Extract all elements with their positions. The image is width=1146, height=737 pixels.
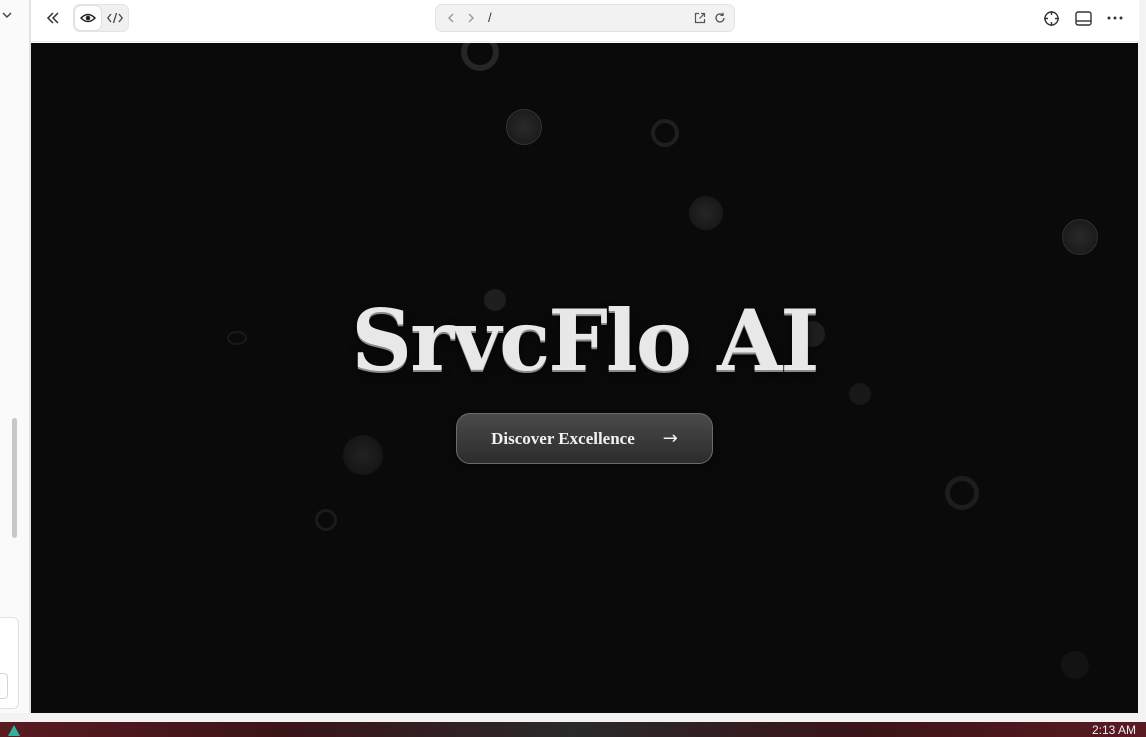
back-button[interactable] — [444, 11, 458, 25]
sidebar-card-field[interactable] — [0, 673, 8, 699]
chevron-right-icon — [468, 13, 474, 23]
url-bar: / — [435, 4, 735, 32]
sidebar-edge — [0, 0, 30, 713]
url-path[interactable]: / — [488, 10, 492, 25]
cta-label: Discover Excellence — [491, 428, 635, 448]
preview-tab[interactable] — [75, 6, 101, 30]
more-icon — [1107, 16, 1123, 20]
open-external-button[interactable] — [693, 11, 707, 25]
hero-section: SrvcFlo AI Discover Excellence → — [31, 43, 1138, 713]
floating-orb — [461, 43, 499, 71]
taskbar: 2:13 AM — [0, 722, 1146, 737]
floating-orb — [506, 109, 542, 145]
floating-orb — [343, 435, 383, 475]
layout-button[interactable] — [1071, 7, 1095, 29]
reload-button[interactable] — [713, 11, 727, 25]
double-chevron-left-icon — [46, 12, 59, 24]
crosshair-icon — [1043, 10, 1059, 26]
discover-excellence-button[interactable]: Discover Excellence → — [456, 413, 713, 464]
floating-orb — [651, 119, 679, 147]
app-logo-icon[interactable] — [6, 724, 22, 737]
code-icon — [107, 12, 123, 24]
screen: / SrvcFlo AI Discover Excellence → 2:13 … — [0, 0, 1146, 737]
reload-icon — [715, 12, 725, 23]
floating-orb — [1062, 219, 1098, 255]
code-tab[interactable] — [102, 6, 128, 30]
floating-orb — [945, 476, 979, 510]
external-link-icon — [694, 12, 706, 24]
panel-layout-icon — [1074, 10, 1092, 26]
collapse-button[interactable] — [41, 7, 65, 29]
chevron-down-icon[interactable] — [2, 10, 12, 20]
floating-orb — [689, 196, 723, 230]
chevron-left-icon — [448, 13, 454, 23]
floating-orb — [1061, 651, 1089, 679]
scrollbar[interactable] — [12, 418, 17, 538]
hero-title: SrvcFlo AI — [351, 291, 819, 390]
eye-icon — [80, 13, 96, 23]
view-mode-toggle — [73, 4, 129, 32]
inspect-button[interactable] — [1039, 7, 1063, 29]
taskbar-clock: 2:13 AM — [1091, 723, 1136, 737]
arrow-right-icon: → — [662, 428, 678, 449]
preview-panel: / SrvcFlo AI Discover Excellence → — [30, 0, 1139, 713]
forward-button[interactable] — [464, 11, 478, 25]
more-button[interactable] — [1103, 7, 1127, 29]
preview-toolbar: / — [31, 0, 1139, 42]
floating-orb — [315, 509, 337, 531]
